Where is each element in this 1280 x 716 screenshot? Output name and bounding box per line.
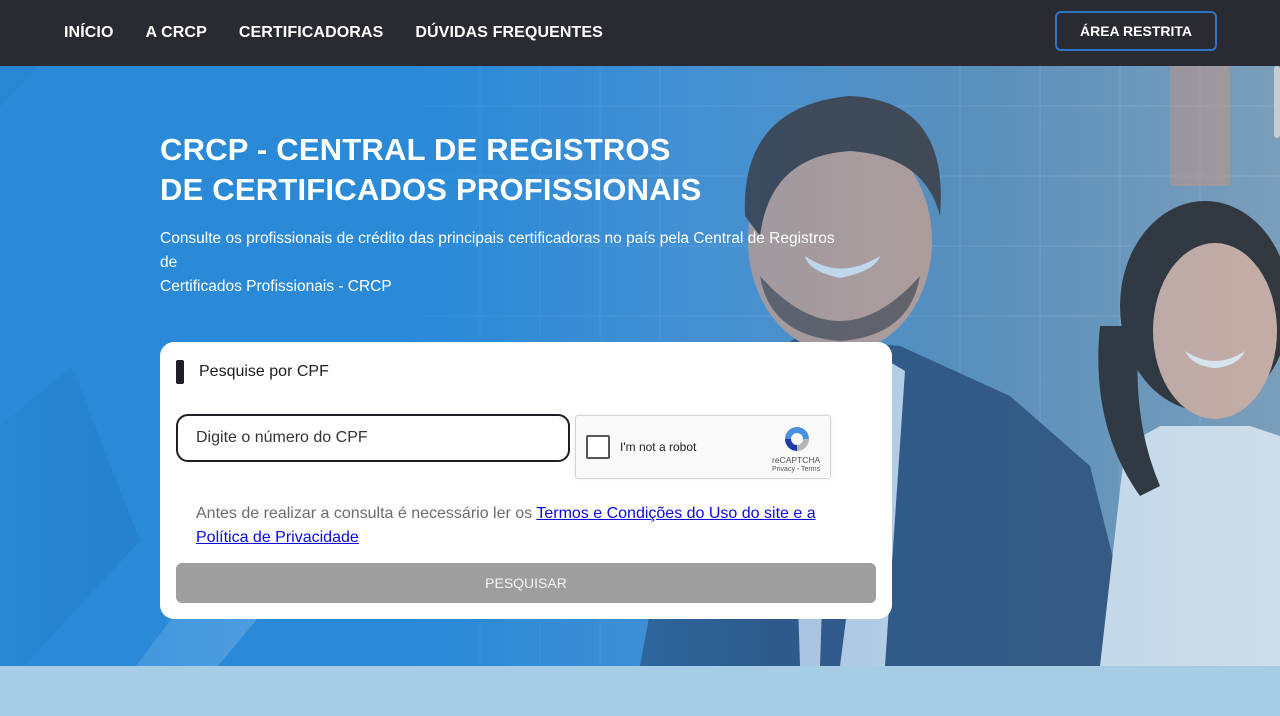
nav-item-a-crcp[interactable]: A CRCP [146,24,207,42]
scrollbar-thumb[interactable] [1274,66,1280,138]
terms-notice: Antes de realizar a consulta é necessári… [196,502,856,550]
cpf-input[interactable] [176,414,570,462]
hero-subtitle: Consulte os profissionais de crédito das… [160,227,900,299]
recaptcha-privacy-terms[interactable]: Privacy - Terms [772,466,820,473]
nav-links: INÍCIO A CRCP CERTIFICADORAS DÚVIDAS FRE… [64,24,635,42]
below-fold-band [0,666,1280,716]
recaptcha-label: I'm not a robot [620,440,697,454]
heading-accent-bar [176,360,184,384]
hero-section: CRCP - CENTRAL DE REGISTROS DE CERTIFICA… [0,66,1280,666]
search-button[interactable]: PESQUISAR [176,563,876,603]
hero-subtitle-line-1: Consulte os profissionais de crédito das… [160,230,835,247]
hero-subtitle-line-3: Certificados Profissionais - CRCP [160,278,392,295]
hero-title-line-2: DE CERTIFICADOS PROFISSIONAIS [160,172,702,207]
hero-subtitle-line-2: de [160,254,178,271]
top-navigation: INÍCIO A CRCP CERTIFICADORAS DÚVIDAS FRE… [0,0,1280,66]
nav-item-certificadoras[interactable]: CERTIFICADORAS [239,24,384,42]
recaptcha-brand: reCAPTCHA [772,455,821,465]
cpf-search-card: Pesquise por CPF I'm not a robot reCAPTC… [160,342,892,619]
restricted-area-button[interactable]: ÁREA RESTRITA [1055,11,1217,51]
search-card-header: Pesquise por CPF [176,360,329,384]
nav-item-duvidas-frequentes[interactable]: DÚVIDAS FREQUENTES [415,24,603,42]
terms-text: Antes de realizar a consulta é necessári… [196,505,537,522]
recaptcha-checkbox[interactable] [586,435,610,459]
recaptcha-widget: I'm not a robot reCAPTCHA Privacy - Term… [575,415,831,479]
search-heading: Pesquise por CPF [199,363,329,380]
hero-title: CRCP - CENTRAL DE REGISTROS DE CERTIFICA… [160,130,701,210]
nav-item-inicio[interactable]: INÍCIO [64,24,114,42]
recaptcha-icon [785,427,809,451]
hero-title-line-1: CRCP - CENTRAL DE REGISTROS [160,132,671,167]
